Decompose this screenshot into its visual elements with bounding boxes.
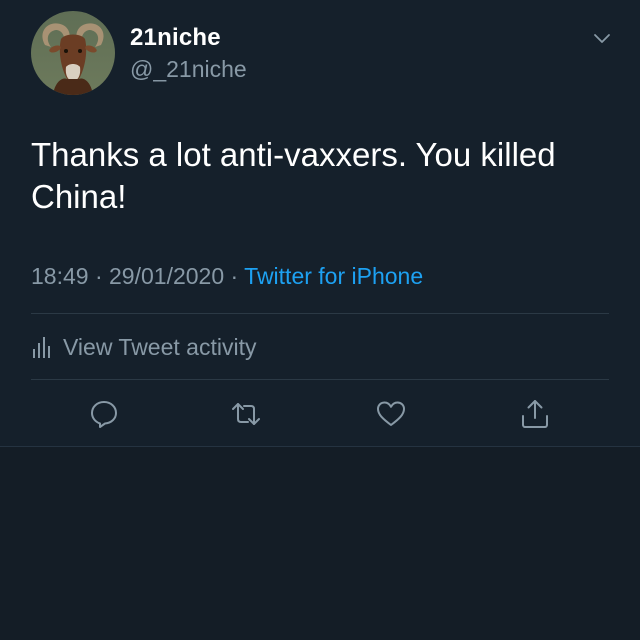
mouflon-ram-avatar-icon: [31, 11, 115, 95]
chevron-down-icon[interactable]: [592, 28, 612, 48]
retweet-icon[interactable]: [230, 398, 262, 430]
divider: [31, 379, 609, 380]
tweet-time: 18:49: [31, 263, 89, 289]
tweet-meta: 18:49 · 29/01/2020 · Twitter for iPhone: [31, 263, 423, 290]
view-tweet-activity-label: View Tweet activity: [63, 333, 257, 360]
meta-separator: ·: [88, 263, 110, 289]
divider: [31, 313, 609, 314]
tweet-date: 29/01/2020: [109, 263, 225, 289]
avatar[interactable]: [31, 11, 115, 95]
empty-background: [0, 447, 640, 640]
display-name[interactable]: 21niche: [130, 24, 221, 52]
share-icon[interactable]: [519, 398, 551, 430]
tweet-source-link[interactable]: Twitter for iPhone: [244, 263, 423, 289]
tweet-text: Thanks a lot anti-vaxxers. You killed Ch…: [31, 136, 556, 215]
bar-chart-icon: [31, 335, 51, 359]
user-handle[interactable]: @_21niche: [130, 56, 247, 83]
tweet-card: 21niche @_21niche Thanks a lot anti-vaxx…: [0, 0, 640, 447]
view-tweet-activity-button[interactable]: View Tweet activity: [31, 332, 256, 362]
heart-icon[interactable]: [375, 398, 407, 430]
reply-icon[interactable]: [88, 398, 120, 430]
meta-separator: ·: [224, 263, 245, 289]
